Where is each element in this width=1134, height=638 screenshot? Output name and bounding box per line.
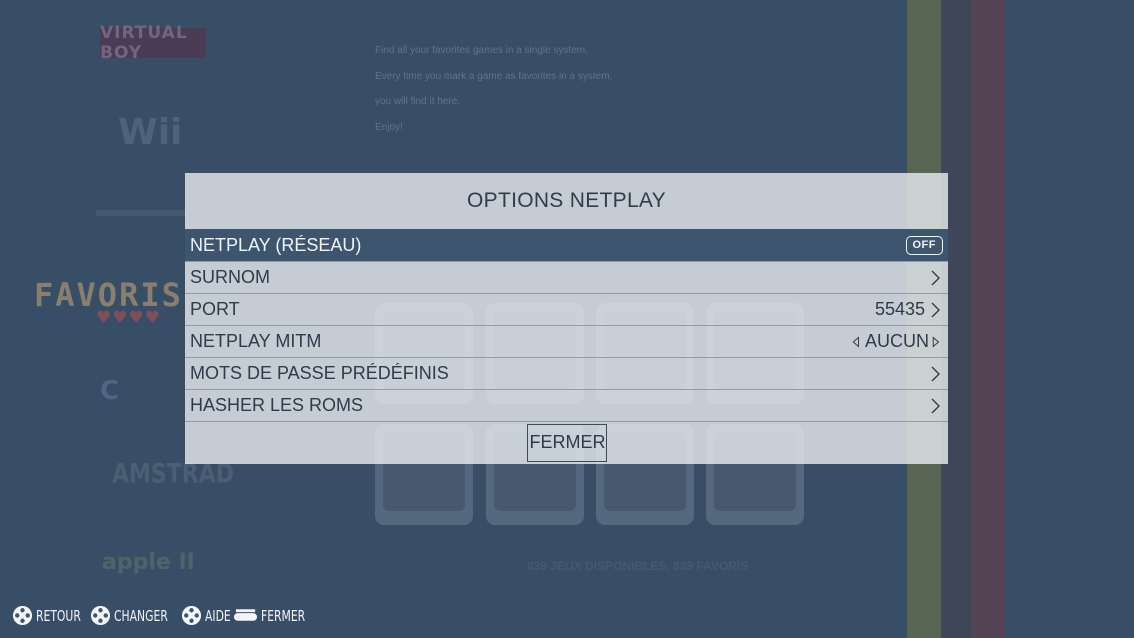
menu-item-label: PORT (190, 299, 240, 319)
menu-item-label: SURNOM (190, 267, 270, 287)
menu-item-netplay-mitm[interactable]: NETPLAY MITM AUCUN (185, 325, 948, 357)
arrow-left-icon[interactable] (851, 332, 863, 352)
chevron-right-icon (931, 270, 940, 285)
netplay-options-menu: OPTIONS NETPLAY NETPLAY (RÉSEAU) OFF SUR… (185, 173, 948, 464)
arrow-right-icon[interactable] (931, 332, 943, 352)
help-item-change: CHANGER (90, 605, 175, 626)
menu-item-predefined-passwords[interactable]: MOTS DE PASSE PRÉDÉFINIS (185, 357, 948, 389)
menu-item-label: NETPLAY (RÉSEAU) (190, 235, 362, 255)
netplay-toggle-switch[interactable]: OFF (905, 236, 943, 255)
menu-item-port[interactable]: PORT 55435 (185, 293, 948, 325)
help-label: AIDE (205, 606, 231, 625)
menu-item-hash-roms[interactable]: HASHER LES ROMS (185, 389, 948, 421)
start-button-icon (233, 608, 257, 621)
help-label: CHANGER (114, 606, 169, 625)
gamepad-buttons-icon (12, 605, 33, 626)
menu-item-surnom[interactable]: SURNOM (185, 261, 948, 293)
chevron-right-icon (931, 398, 940, 413)
help-item-help: AIDE (181, 605, 231, 626)
menu-item-label: MOTS DE PASSE PRÉDÉFINIS (190, 363, 449, 383)
chevron-right-icon (931, 302, 940, 317)
menu-title: OPTIONS NETPLAY (467, 189, 666, 212)
help-label: RETOUR (36, 606, 81, 625)
menu-item-label: HASHER LES ROMS (190, 395, 364, 415)
help-item-close: FERMER (233, 607, 308, 625)
menu-button-row: FERMER (185, 421, 948, 463)
help-bar: RETOUR CHANGER AIDE FERMER (12, 605, 308, 626)
menu-item-label: NETPLAY MITM (190, 331, 322, 351)
port-value: 55435 (874, 299, 925, 319)
help-item-back: RETOUR (12, 605, 84, 626)
help-label: FERMER (260, 606, 305, 625)
mitm-value: AUCUN (864, 331, 929, 351)
gamepad-buttons-icon (182, 605, 202, 626)
gamepad-buttons-icon (91, 605, 111, 626)
chevron-right-icon (931, 366, 940, 381)
close-button[interactable]: FERMER (526, 423, 607, 462)
menu-item-netplay[interactable]: NETPLAY (RÉSEAU) OFF (185, 229, 948, 261)
